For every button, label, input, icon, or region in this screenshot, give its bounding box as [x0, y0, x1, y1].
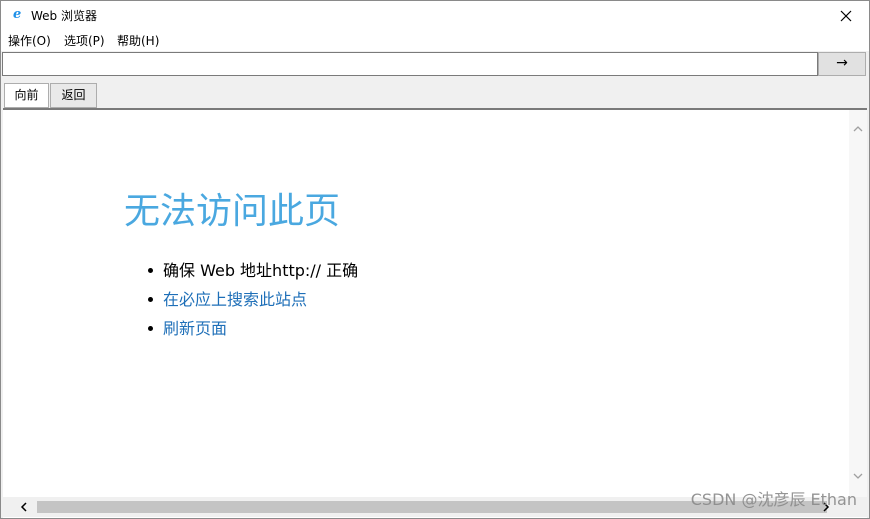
refresh-page-link[interactable]: 刷新页面	[147, 314, 358, 343]
menu-item-help[interactable]: 帮助(H)	[117, 33, 159, 49]
scroll-down-button[interactable]	[849, 467, 867, 485]
window-title: Web 浏览器	[31, 9, 97, 23]
chevron-up-icon	[853, 126, 863, 132]
page-title: 无法访问此页	[124, 191, 341, 232]
ie-browser-icon: e	[13, 7, 22, 22]
address-input[interactable]	[2, 52, 818, 76]
suggestion-list: 确保 Web 地址http:// 正确 在必应上搜索此站点 刷新页面	[147, 256, 358, 343]
address-bar: →	[1, 51, 869, 77]
scroll-up-button[interactable]	[849, 120, 867, 138]
vertical-scrollbar[interactable]	[849, 110, 867, 497]
back-button[interactable]: 返回	[50, 83, 97, 108]
menu-bar: 操作(O) 选项(P) 帮助(H)	[1, 31, 869, 51]
title-bar[interactable]: e Web 浏览器	[1, 1, 869, 31]
chevron-down-icon	[853, 473, 863, 479]
watermark: CSDN @沈彦辰 Ethan	[690, 490, 857, 509]
search-bing-link[interactable]: 在必应上搜索此站点	[147, 285, 358, 314]
scroll-left-button[interactable]	[15, 498, 33, 516]
forward-button[interactable]: 向前	[4, 83, 49, 108]
web-viewport: 无法访问此页 确保 Web 地址http:// 正确 在必应上搜索此站点 刷新页…	[3, 110, 867, 518]
chevron-left-icon	[20, 502, 27, 512]
menu-item-action[interactable]: 操作(O)	[8, 33, 51, 49]
go-button[interactable]: →	[818, 52, 866, 76]
close-button[interactable]	[823, 1, 869, 31]
browser-window: e Web 浏览器 操作(O) 选项(P) 帮助(H) → 向前 返回 无法访问…	[0, 0, 870, 519]
nav-toolbar: 向前 返回	[1, 81, 869, 109]
close-icon	[840, 10, 852, 22]
menu-item-options[interactable]: 选项(P)	[64, 33, 105, 49]
list-item-check-address: 确保 Web 地址http:// 正确	[147, 256, 358, 285]
